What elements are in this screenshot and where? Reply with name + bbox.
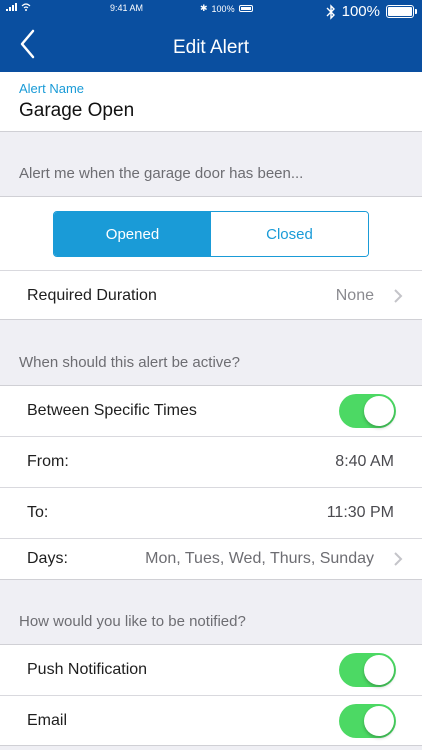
chevron-right-icon bbox=[394, 289, 403, 303]
push-notification-label: Push Notification bbox=[27, 661, 148, 678]
notify-section-header: How would you like to be notified? bbox=[19, 613, 246, 630]
from-value: 8:40 AM bbox=[335, 453, 394, 470]
battery-icon-small bbox=[238, 5, 253, 12]
to-value: 11:30 PM bbox=[326, 504, 394, 521]
required-duration-label: Required Duration bbox=[27, 287, 157, 304]
nav-header: 9:41 AM ✱ 100% 100% Edit Alert bbox=[0, 0, 422, 72]
battery-icon bbox=[386, 5, 417, 18]
schedule-block: Between Specific Times From: 8:40 AM To:… bbox=[0, 385, 422, 580]
notify-block: Push Notification Email bbox=[0, 644, 422, 746]
alert-name-label: Alert Name bbox=[19, 81, 85, 96]
signal-icon bbox=[6, 3, 17, 11]
segment-closed[interactable]: Closed bbox=[211, 212, 368, 256]
trigger-section-header: Alert me when the garage door has been..… bbox=[19, 165, 304, 182]
door-state-segmented-control[interactable]: Opened Closed bbox=[53, 211, 369, 257]
trigger-block: Opened Closed Required Duration None bbox=[0, 196, 422, 320]
alert-name-field[interactable]: Alert Name Garage Open bbox=[0, 72, 422, 132]
from-time-row[interactable]: From: 8:40 AM bbox=[0, 437, 422, 487]
chevron-right-icon bbox=[394, 552, 403, 566]
required-duration-row[interactable]: Required Duration None bbox=[0, 271, 422, 321]
status-battery: 100% bbox=[326, 3, 417, 20]
bluetooth-icon bbox=[326, 3, 335, 20]
specific-times-label: Between Specific Times bbox=[27, 402, 197, 419]
page-title: Edit Alert bbox=[172, 37, 250, 58]
from-label: From: bbox=[27, 453, 69, 470]
to-time-row[interactable]: To: 11:30 PM bbox=[0, 488, 422, 538]
toggle-knob bbox=[364, 706, 394, 736]
schedule-section-header: When should this alert be active? bbox=[19, 354, 240, 371]
specific-times-row: Between Specific Times bbox=[0, 386, 422, 436]
battery-percent: 100% bbox=[341, 3, 380, 20]
toggle-knob bbox=[364, 655, 394, 685]
to-label: To: bbox=[27, 504, 49, 521]
days-row[interactable]: Days: Mon, Tues, Wed, Thurs, Sunday bbox=[0, 534, 422, 584]
battery-percent-small: 100% bbox=[211, 3, 235, 14]
days-value: Mon, Tues, Wed, Thurs, Sunday bbox=[145, 550, 374, 567]
email-toggle[interactable] bbox=[339, 704, 396, 738]
segment-opened[interactable]: Opened bbox=[54, 212, 211, 256]
email-label: Email bbox=[27, 712, 68, 729]
days-label: Days: bbox=[27, 550, 68, 567]
email-row: Email bbox=[0, 696, 422, 746]
wifi-icon bbox=[21, 3, 31, 11]
push-notification-row: Push Notification bbox=[0, 645, 422, 695]
push-notification-toggle[interactable] bbox=[339, 653, 396, 687]
status-time: 9:41 AM bbox=[110, 3, 144, 13]
status-battery-small: ✱ 100% bbox=[200, 3, 253, 14]
bluetooth-icon: ✱ bbox=[200, 3, 208, 13]
signal-wifi-status bbox=[6, 3, 31, 11]
required-duration-value: None bbox=[335, 287, 374, 304]
specific-times-toggle[interactable] bbox=[339, 394, 396, 428]
alert-name-value[interactable]: Garage Open bbox=[19, 100, 134, 122]
toggle-knob bbox=[364, 396, 394, 426]
